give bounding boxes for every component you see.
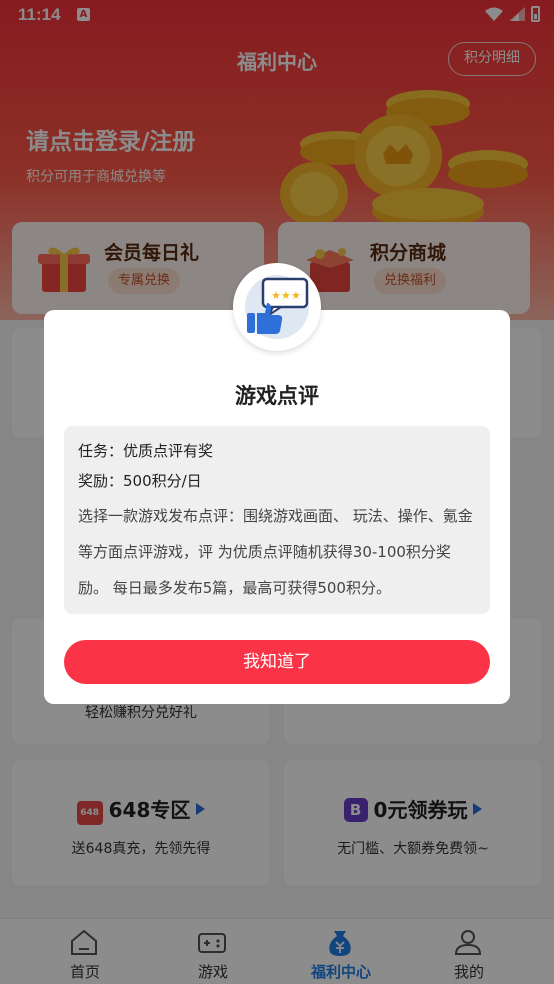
dialog-description: 选择一款游戏发布点评：围绕游戏画面、 玩法、操作、氪金等方面点评游戏，评 为优质…	[78, 507, 473, 597]
dialog-info-box: 任务：优质点评有奖 奖励：500积分/日 选择一款游戏发布点评：围绕游戏画面、 …	[64, 426, 490, 614]
dialog-task: 任务：优质点评有奖	[78, 442, 214, 460]
svg-text:★: ★	[281, 289, 291, 302]
svg-text:★: ★	[271, 289, 281, 302]
dialog-title: 游戏点评	[235, 384, 319, 408]
svg-text:★: ★	[291, 289, 301, 302]
dialog-reward: 奖励：500积分/日	[78, 472, 202, 490]
game-review-dialog: 游戏点评 任务：优质点评有奖 奖励：500积分/日 选择一款游戏发布点评：围绕游…	[44, 310, 510, 704]
got-it-button[interactable]: 我知道了	[64, 640, 490, 684]
dialog-badge: ★ ★ ★	[233, 263, 321, 351]
thumbs-up-review-icon: ★ ★ ★	[245, 275, 309, 339]
